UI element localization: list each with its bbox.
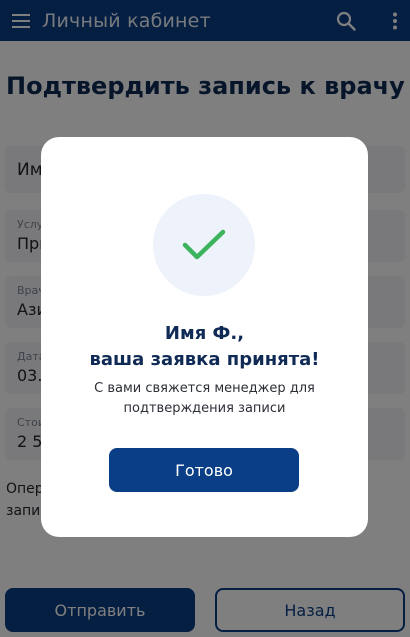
dialog-message-line1: С вами свяжется менеджер для xyxy=(94,381,315,396)
done-button[interactable]: Готово xyxy=(109,448,299,492)
dialog-title: Имя Ф., ваша заявка принята! xyxy=(41,321,368,373)
dialog-title-line2: ваша заявка принята! xyxy=(89,349,320,370)
dialog-message-line2: подтверждения записи xyxy=(123,401,286,416)
dialog-title-line1: Имя Ф., xyxy=(164,323,245,344)
dialog-message: С вами свяжется менеджер для подтвержден… xyxy=(61,379,348,419)
success-dialog: Имя Ф., ваша заявка принята! С вами свяж… xyxy=(41,137,368,537)
check-icon xyxy=(153,194,255,296)
